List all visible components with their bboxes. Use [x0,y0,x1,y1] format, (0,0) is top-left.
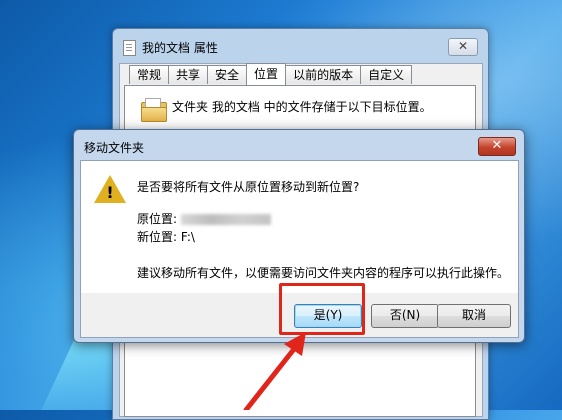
tab-customize[interactable]: 自定义 [360,65,413,84]
dialog-question: 是否要将所有文件从原位置移动到新位置? [137,180,360,194]
dialog-title: 移动文件夹 [84,141,145,155]
cancel-button[interactable]: 取消 [437,304,511,328]
dialog-message-area: ! 是否要将所有文件从原位置移动到新位置? 原位置: 新位置: F:\ 建议移动… [81,161,518,293]
location-description: 文件夹 我的文档 中的文件存储于以下目标位置。 [172,100,432,114]
new-location-label: 新位置: [137,230,178,244]
original-location-label: 原位置: [137,212,178,226]
new-location-value: F:\ [180,230,195,244]
tab-general[interactable]: 常规 [129,65,170,84]
folder-icon [141,98,167,122]
yes-button-highlight [279,283,365,335]
no-button[interactable]: 否(N) [371,304,439,328]
close-icon[interactable]: ✕ [478,137,516,156]
original-location: 原位置: [137,210,272,227]
tab-security[interactable]: 安全 [207,65,248,84]
tab-sharing[interactable]: 共享 [168,65,209,84]
dialog-suggestion: 建议移动所有文件，以便需要访问文件夹内容的程序可以执行此操作。 [137,266,510,280]
new-location: 新位置: F:\ [137,228,195,245]
warning-icon-mark: ! [106,183,114,202]
properties-tabs: 常规 共享 安全 位置 以前的版本 自定义 [129,63,413,85]
properties-title-bar: 我的文档 属性 [123,39,218,56]
properties-title: 我的文档 属性 [142,41,218,55]
original-location-value-blurred [181,214,272,225]
arrow-annotation [243,332,306,410]
tab-previous-versions[interactable]: 以前的版本 [285,65,362,84]
close-icon[interactable]: ✕ [448,38,478,56]
document-icon [123,39,136,56]
tab-location[interactable]: 位置 [246,63,287,85]
